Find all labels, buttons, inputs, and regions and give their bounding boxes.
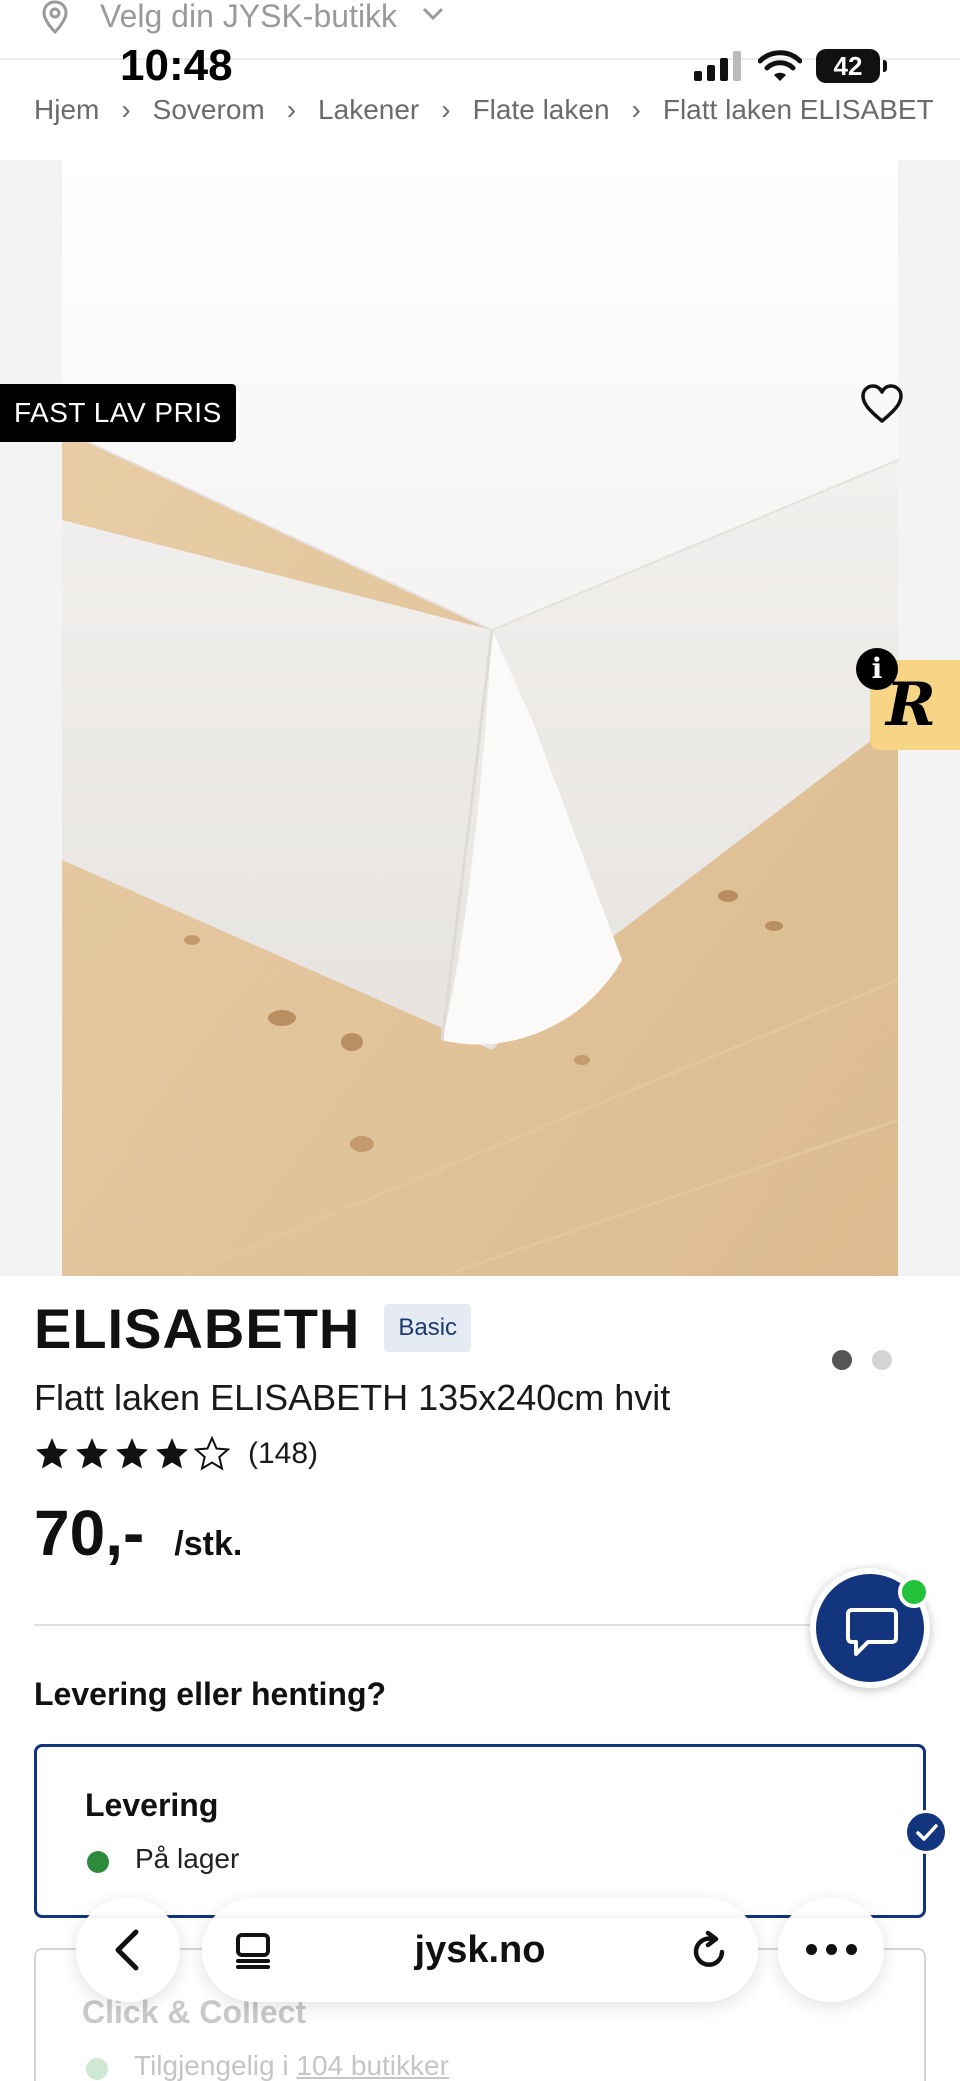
battery-icon: 42 bbox=[816, 49, 887, 83]
breadcrumb-item-current: Flatt laken ELISABETH 135x240cm hvit bbox=[662, 94, 934, 125]
chevron-left-icon bbox=[115, 1929, 139, 1971]
price-unit: /stk. bbox=[174, 1525, 243, 1563]
divider bbox=[34, 1624, 926, 1626]
product-price: 70,- bbox=[34, 1497, 145, 1569]
product-gallery[interactable]: FAST LAV PRIS bbox=[0, 160, 960, 1370]
location-pin-icon bbox=[42, 0, 68, 34]
delivery-question: Levering eller henting? bbox=[34, 1676, 387, 1712]
store-selector-label: Velg din JYSK-butikk bbox=[100, 0, 398, 34]
chat-bubble-icon bbox=[846, 1608, 898, 1656]
star-filled-icon bbox=[76, 1438, 108, 1469]
delivery-stock-status: På lager bbox=[135, 1843, 240, 1874]
fast-low-price-badge: FAST LAV PRIS bbox=[0, 384, 236, 442]
star-filled-icon bbox=[36, 1438, 68, 1469]
breadcrumb-separator-icon: › bbox=[121, 94, 131, 125]
click-collect-status: Tilgjengelig i 104 butikker bbox=[134, 2050, 449, 2081]
breadcrumb: Hjem › Soverom › Lakener › Flate laken ›… bbox=[34, 90, 934, 130]
product-rating[interactable]: (148) bbox=[34, 1432, 318, 1476]
back-button[interactable] bbox=[76, 1898, 180, 2002]
breadcrumb-separator-icon: › bbox=[441, 94, 451, 125]
reload-icon[interactable] bbox=[690, 1930, 730, 1972]
address-bar[interactable]: jysk.no bbox=[202, 1898, 758, 2002]
price-row: 70,- /stk. bbox=[34, 1496, 242, 1570]
carousel-dot-2[interactable] bbox=[872, 1350, 892, 1370]
more-dots-icon bbox=[806, 1944, 857, 1955]
delivery-option-title: Levering bbox=[85, 1787, 219, 1823]
browser-toolbar: jysk.no bbox=[0, 1894, 960, 2004]
review-count[interactable]: (148) bbox=[248, 1437, 318, 1471]
star-filled-icon bbox=[116, 1438, 148, 1469]
heart-icon[interactable] bbox=[860, 384, 904, 424]
more-button[interactable] bbox=[778, 1898, 884, 2002]
product-name: ELISABETH bbox=[34, 1296, 361, 1360]
online-status-dot bbox=[898, 1576, 930, 1608]
product-description: Flatt laken ELISABETH 135x240cm hvit bbox=[34, 1377, 671, 1418]
breadcrumb-separator-icon: › bbox=[286, 94, 297, 125]
product-title-row: ELISABETH Basic bbox=[34, 1296, 472, 1360]
breadcrumb-item-hjem[interactable]: Hjem bbox=[34, 90, 99, 130]
product-image[interactable] bbox=[62, 160, 898, 1276]
status-time: 10:48 bbox=[120, 41, 233, 90]
in-stock-dot bbox=[87, 1851, 109, 1873]
breadcrumb-separator-icon: › bbox=[631, 94, 641, 125]
carousel-indicator bbox=[832, 1350, 892, 1370]
availability-dot bbox=[86, 2058, 108, 2080]
breadcrumb-item-lakener[interactable]: Lakener bbox=[318, 90, 419, 130]
delivery-option-card[interactable]: Levering På lager bbox=[34, 1744, 926, 1918]
rating-stars bbox=[34, 1436, 230, 1472]
breadcrumb-item-flate-laken[interactable]: Flate laken bbox=[473, 90, 610, 130]
star-filled-icon bbox=[156, 1438, 188, 1469]
wifi-icon bbox=[758, 50, 802, 81]
address-domain: jysk.no bbox=[414, 1929, 546, 1971]
click-collect-status-prefix: Tilgjengelig i bbox=[134, 2050, 297, 2081]
status-icons: 42 bbox=[694, 46, 887, 86]
breadcrumb-item-soverom[interactable]: Soverom bbox=[153, 90, 265, 130]
tier-badge: Basic bbox=[384, 1304, 472, 1352]
carousel-dot-1[interactable] bbox=[832, 1350, 852, 1370]
signal-icon bbox=[694, 51, 741, 81]
star-empty-icon bbox=[194, 1436, 230, 1471]
chevron-down-icon bbox=[422, 7, 444, 21]
info-icon[interactable]: i bbox=[856, 648, 898, 690]
selected-check-icon bbox=[904, 1810, 948, 1854]
store-count-link[interactable]: 104 butikker bbox=[296, 2050, 449, 2081]
